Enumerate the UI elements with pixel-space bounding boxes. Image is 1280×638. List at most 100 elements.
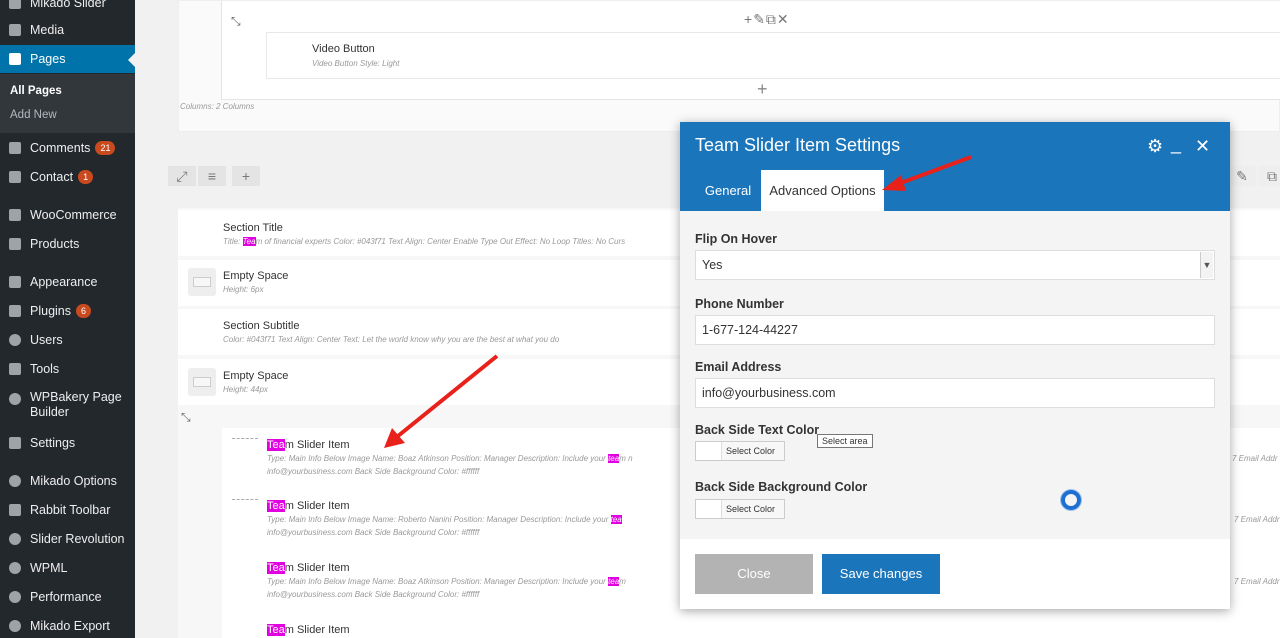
element-desc: Height: 44px (223, 385, 268, 394)
element-desc: Type: Main Info Below Image Name: Boaz A… (267, 577, 626, 586)
row-block-top: Video Button Video Button Style: Light +… (178, 0, 1280, 132)
columns-label: Columns: 2 Columns (180, 102, 255, 111)
sidebar-item-tools[interactable]: Tools (0, 355, 135, 383)
mail-icon (8, 170, 22, 184)
sidebar-item-label: Plugins (30, 304, 71, 318)
sidebar-item-label: WPBakery Page Builder (30, 390, 122, 419)
products-icon (8, 237, 22, 251)
delete-icon[interactable]: ✕ (777, 11, 790, 27)
contact-count-badge: 1 (78, 170, 94, 184)
row-expand-icon[interactable]: ⤢ (168, 166, 196, 186)
column-controls[interactable]: +✎⧉✕ (744, 11, 790, 28)
row-drag-icon[interactable]: ≡ (198, 166, 226, 186)
sidebar-item-contact[interactable]: Contact 1 (0, 163, 135, 191)
woocommerce-icon (8, 208, 22, 222)
element-title: Video Button (312, 43, 375, 55)
tab-general[interactable]: General (695, 170, 761, 211)
sidebar-item-comments[interactable]: Comments 21 (0, 134, 135, 162)
pages-submenu: All Pages Add New (0, 74, 135, 133)
modal-title: Team Slider Item Settings (695, 135, 901, 155)
element-desc: info@yourbusiness.com Back Side Backgrou… (267, 528, 480, 537)
email-address-input[interactable]: info@yourbusiness.com (695, 378, 1215, 408)
back-text-color-picker[interactable]: Select Color (695, 441, 785, 461)
empty-space-icon (188, 368, 216, 396)
element-desc: info@yourbusiness.com Back Side Backgrou… (267, 590, 480, 599)
sidebar-item-appearance[interactable]: Appearance (0, 268, 135, 296)
element-desc-right: 7 Email Addr (1234, 577, 1280, 586)
sidebar-item-label: Pages (30, 52, 66, 66)
modal-footer: Close Save changes (680, 539, 1230, 609)
select-color-label: Select Color (726, 446, 776, 456)
sidebar-item-media[interactable]: Media (0, 16, 135, 44)
element-title: Team Slider Item (267, 500, 350, 512)
close-icon[interactable]: ✕ (1195, 136, 1210, 156)
sidebar-item-label: Comments (30, 141, 91, 155)
element-title: Section Subtitle (223, 320, 300, 332)
clone-icon[interactable]: ⧉ (766, 11, 777, 27)
slider-revolution-icon (8, 532, 22, 546)
phone-number-input[interactable]: 1-677-124-44227 (695, 315, 1215, 345)
select-color-label: Select Color (726, 504, 776, 514)
flip-on-hover-select[interactable]: Yes ▼ (695, 250, 1215, 280)
element-desc: Height: 6px (223, 285, 264, 294)
element-title: Team Slider Item (267, 562, 350, 574)
sidebar-item-label: WPML (30, 561, 68, 575)
close-button[interactable]: Close (695, 554, 813, 594)
sidebar-item-plugins[interactable]: Plugins 6 (0, 297, 135, 325)
element-desc: Color: #043f71 Text Align: Center Text: … (223, 335, 560, 344)
users-icon (8, 333, 22, 347)
sidebar-item-woocommerce[interactable]: WooCommerce (0, 201, 135, 229)
sidebar-item-products[interactable]: Products (0, 230, 135, 258)
row-edit-icon[interactable]: ✎ (1228, 166, 1256, 186)
sidebar-item-label: Users (30, 333, 63, 347)
sidebar-item-performance[interactable]: Performance (0, 583, 135, 611)
sidebar-item-wpml[interactable]: WPML (0, 554, 135, 582)
submenu-add-new[interactable]: Add New (10, 109, 57, 121)
sidebar-item-label: Mikado Options (30, 474, 117, 488)
sidebar-item-mikado-slider[interactable]: Mikado Slider (0, 0, 135, 17)
gear-icon[interactable]: ⚙ (1147, 136, 1163, 156)
save-changes-button[interactable]: Save changes (822, 554, 940, 594)
sidebar-item-pages[interactable]: Pages (0, 45, 135, 73)
row-add-icon[interactable]: + (232, 166, 260, 186)
loading-spinner-icon (1061, 490, 1081, 510)
plugins-icon (8, 304, 22, 318)
row-clone-icon[interactable]: ⧉ (1258, 166, 1280, 186)
add-icon[interactable]: + (744, 11, 753, 27)
sidebar-item-label: Tools (30, 362, 60, 376)
edit-icon[interactable]: ✎ (753, 11, 766, 27)
sidebar-item-mikado-options[interactable]: Mikado Options (0, 467, 135, 495)
sidebar-item-users[interactable]: Users (0, 326, 135, 354)
expand-icon[interactable]: ⤡ (231, 14, 241, 29)
sidebar-item-wpbakery[interactable]: WPBakery Page Builder (0, 390, 135, 424)
submenu-all-pages[interactable]: All Pages (10, 85, 62, 97)
expand-icon[interactable]: ⤡ (181, 410, 191, 425)
sidebar-item-rabbit-toolbar[interactable]: Rabbit Toolbar (0, 496, 135, 524)
sidebar-item-mikado-export[interactable]: Mikado Export (0, 612, 135, 638)
element-desc-right: 7 Email Addr (1234, 515, 1280, 524)
add-element-plus-icon[interactable]: + (757, 80, 768, 98)
element-title: Empty Space (223, 370, 289, 382)
minimize-icon[interactable]: _ (1171, 134, 1181, 154)
pages-icon (8, 52, 22, 66)
sidebar-item-label: Settings (30, 436, 76, 450)
element-desc: Video Button Style: Light (312, 59, 400, 68)
sidebar-item-label: Performance (30, 590, 102, 604)
sidebar-item-settings[interactable]: Settings (0, 429, 135, 457)
drag-handle[interactable] (232, 499, 258, 500)
select-area-tooltip: Select area (817, 434, 873, 448)
tab-advanced-options[interactable]: Advanced Options (761, 170, 884, 211)
tools-icon (8, 362, 22, 376)
color-swatch (696, 442, 722, 460)
settings-icon (8, 436, 22, 450)
wpbakery-icon (8, 392, 22, 406)
color-swatch (696, 500, 722, 518)
back-bg-color-picker[interactable]: Select Color (695, 499, 785, 519)
modal-header: Team Slider Item Settings ⚙ _ ✕ General … (680, 122, 1230, 211)
video-button-element[interactable]: Video Button Video Button Style: Light (266, 32, 1280, 79)
settings-modal: Team Slider Item Settings ⚙ _ ✕ General … (680, 122, 1230, 609)
drag-handle[interactable] (232, 438, 258, 439)
sidebar-item-slider-revolution[interactable]: Slider Revolution (0, 525, 135, 553)
sidebar-item-label: Mikado Export (30, 619, 110, 633)
rabbit-toolbar-icon (8, 503, 22, 517)
